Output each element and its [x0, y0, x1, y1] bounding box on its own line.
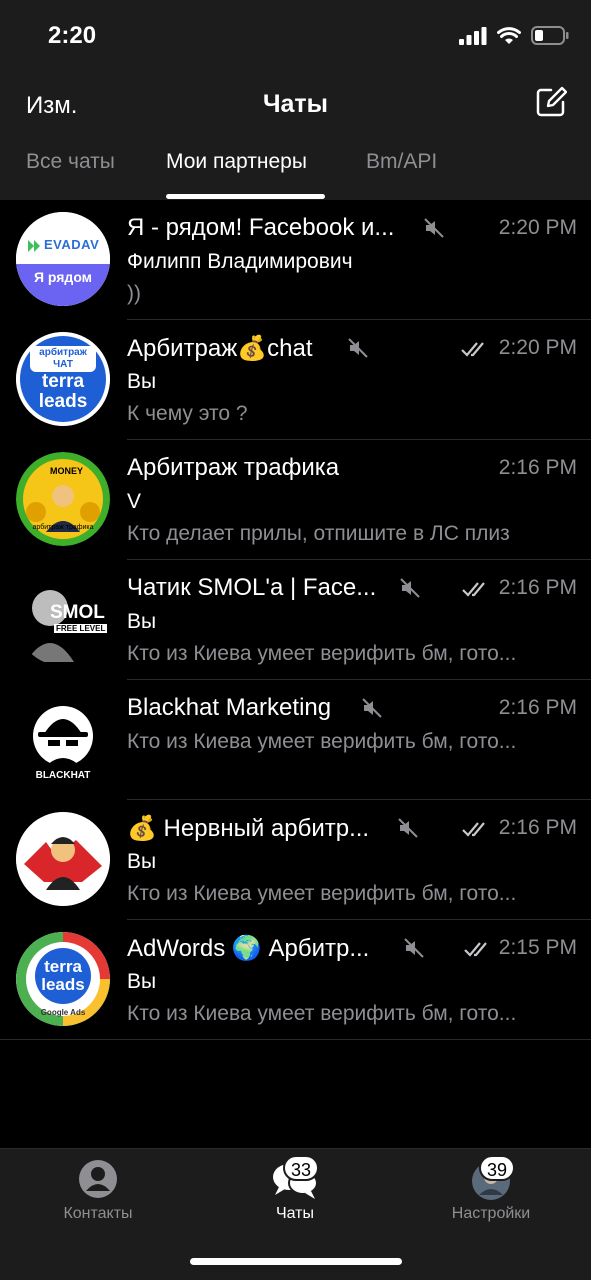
tab-chats-label: Чаты [275, 1205, 315, 1222]
chat-title: Арбитраж трафика [127, 454, 340, 481]
read-checks-icon [462, 582, 485, 597]
chat-row[interactable]: EVADAV Я рядом Я - рядом! Facebook и... … [0, 200, 591, 320]
status-time: 2:20 [48, 22, 97, 49]
divider [0, 1039, 591, 1040]
settings-badge: 39 [479, 1155, 516, 1181]
avatar [16, 812, 110, 906]
chats-badge: 33 [283, 1155, 320, 1181]
avatar: terra leads Google Ads [16, 932, 110, 1026]
avatar-brand: MONEY [50, 466, 84, 476]
chat-sender: Вы [127, 850, 157, 873]
chat-title: Я - рядом! Facebook и... [127, 214, 395, 241]
avatar-brand: EVADAV [44, 237, 100, 252]
signal-icon [459, 26, 487, 45]
status-icons [459, 26, 569, 45]
chat-time: 2:15 PM [498, 936, 577, 959]
avatar-brand: terra leads [41, 957, 85, 994]
chat-sender: Вы [127, 370, 157, 393]
avatar-caption: арбитраж трафика [32, 524, 94, 531]
chat-message: Кто из Киева умеет верифить бм, гото... [127, 642, 517, 665]
avatar: SMOL FREE LEVEL [16, 572, 110, 666]
page-title: Чаты [262, 90, 329, 118]
navigation-bar: Изм. Чаты Все чаты Мои партнеры Bm/API [0, 70, 591, 200]
chat-sender: Вы [127, 610, 157, 633]
chat-row[interactable]: terra leads Google Ads AdWords 🌍 Арбитр.… [0, 920, 591, 1040]
muted-icon [400, 578, 420, 598]
avatar-caption: Я рядом [33, 269, 93, 285]
chat-list: EVADAV Я рядом Я - рядом! Facebook и... … [0, 200, 591, 1040]
tab-settings-label: Настройки [451, 1205, 531, 1222]
avatar-caption: Google Ads [40, 1008, 86, 1017]
chat-row[interactable]: арбитраж ЧАТ terra leads Арбитраж💰chat 2… [0, 320, 591, 440]
chat-title: Арбитраж💰chat [127, 335, 313, 362]
chat-title: 💰 Нервный арбитр... [127, 815, 370, 842]
muted-icon [398, 818, 418, 838]
chat-title: Чатик SMOL'a | Face... [127, 574, 377, 601]
chat-time: 2:20 PM [498, 336, 577, 359]
chat-time: 2:16 PM [498, 576, 577, 599]
avatar-caption: FREE LEVEL [54, 624, 108, 633]
avatar: MONEY арбитраж трафика [16, 452, 110, 546]
tab-contacts-label: Контакты [63, 1205, 133, 1222]
chat-sender: Вы [127, 970, 157, 993]
status-bar: 2:20 [0, 0, 591, 70]
compose-icon[interactable] [535, 86, 567, 118]
avatar-brand: арбитраж ЧАТ [30, 346, 96, 372]
chat-row[interactable]: 💰 Нервный арбитр... 2:16 PM Вы Кто из Ки… [0, 800, 591, 920]
muted-icon [362, 698, 382, 718]
chat-message: Кто из Киева умеет верифить бм, гото... [127, 1002, 517, 1025]
home-indicator[interactable] [190, 1258, 402, 1265]
chat-title: Blackhat Marketing [127, 694, 332, 721]
read-checks-icon [464, 942, 487, 957]
avatar: BLACKHAT [16, 692, 110, 786]
read-checks-icon [462, 822, 485, 837]
chat-message: Кто делает прилы, отпишите в ЛС плиз [127, 522, 510, 545]
battery-icon [531, 26, 569, 45]
chat-time: 2:16 PM [498, 696, 577, 719]
chat-row[interactable]: SMOL FREE LEVEL Чатик SMOL'a | Face... 2… [0, 560, 591, 680]
tab-all-chats[interactable]: Все чаты [26, 150, 115, 174]
tab-my-partners[interactable]: Мои партнеры [166, 150, 307, 174]
avatar-brand: BLACKHAT [35, 770, 91, 781]
muted-icon [348, 338, 368, 358]
avatar-brand: SMOL [50, 602, 105, 623]
chat-time: 2:20 PM [498, 216, 577, 239]
active-tab-indicator [166, 194, 325, 199]
avatar: EVADAV Я рядом [16, 212, 110, 306]
chat-message: Кто из Киева умеет верифить бм, гото... [127, 882, 517, 905]
tab-bm-api[interactable]: Bm/API [366, 150, 437, 174]
chat-time: 2:16 PM [498, 816, 577, 839]
chat-row[interactable]: MONEY арбитраж трафика Арбитраж трафика … [0, 440, 591, 560]
folder-tabs: Все чаты Мои партнеры Bm/API [0, 148, 591, 200]
read-checks-icon [461, 342, 484, 357]
chat-sender: V [127, 490, 142, 513]
chat-time: 2:16 PM [498, 456, 577, 479]
muted-icon [424, 218, 444, 238]
wifi-icon [497, 26, 521, 44]
muted-icon [404, 938, 424, 958]
chat-message: Кто из Киева умеет верифить бм, гото... [127, 730, 517, 753]
avatar-caption: terra leads [38, 371, 88, 412]
chat-message: )) [127, 282, 141, 305]
chat-row[interactable]: BLACKHAT Blackhat Marketing 2:16 PM Кто … [0, 680, 591, 800]
avatar: арбитраж ЧАТ terra leads [16, 332, 110, 426]
chat-sender: Филипп Владимирович [127, 250, 353, 273]
chat-title: AdWords 🌍 Арбитр... [127, 935, 370, 962]
contacts-icon [79, 1160, 117, 1198]
chat-message: К чему это ? [127, 402, 248, 425]
